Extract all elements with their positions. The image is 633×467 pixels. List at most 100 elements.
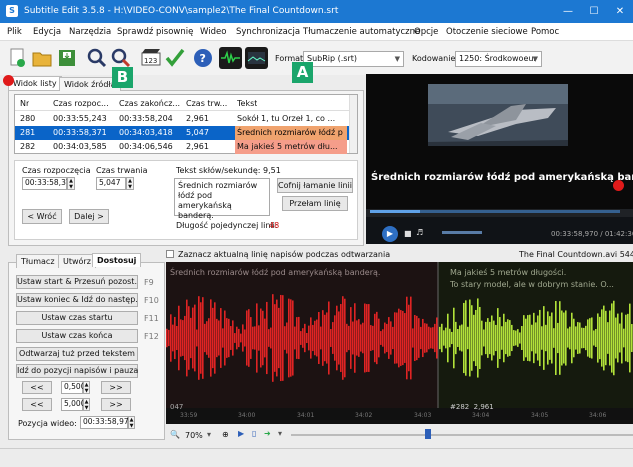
menu-edit[interactable]: Edycja <box>33 27 61 37</box>
visual-sync-icon[interactable]: 123 <box>140 47 162 69</box>
step-small-input[interactable]: 0,500 <box>61 381 85 394</box>
help-icon[interactable]: ? <box>192 47 214 69</box>
replace-icon[interactable] <box>110 47 132 69</box>
find-icon[interactable] <box>86 47 108 69</box>
video-position-input[interactable]: 00:33:58,970 <box>80 416 133 429</box>
shortcut-label: F9 <box>144 278 154 287</box>
col-header[interactable]: Nr <box>20 99 29 108</box>
volume-slider[interactable] <box>442 231 482 234</box>
goto-pause-button[interactable]: Idź do pozycji napisów i pauza <box>16 364 138 378</box>
play-range-icon[interactable]: ▯ <box>252 429 256 438</box>
video-frame <box>366 74 633 244</box>
step-small-stepper[interactable]: ▲ ▼ <box>83 381 90 394</box>
step-back-large-button[interactable]: << <box>22 398 52 411</box>
menu-options[interactable]: Opcje <box>414 27 438 37</box>
shortcut-label: F11 <box>144 314 159 323</box>
step-forward-large-button[interactable]: >> <box>101 398 131 411</box>
table-row[interactable]: 282 00:34:03,585 00:34:06,546 2,961 Ma j… <box>15 140 357 154</box>
video-player[interactable]: Średnich rozmiarów łódź pod amerykańską … <box>366 74 633 244</box>
subtitle-text-input[interactable]: Średnich rozmiarów łódź pod amerykańską … <box>174 178 270 220</box>
menu-autotranslate[interactable]: Tłumaczenie automatyczne <box>303 27 420 37</box>
play-selection-icon[interactable]: ▶ <box>238 429 244 438</box>
start-time-input[interactable]: 00:33:58,371 <box>22 177 75 190</box>
slider-thumb[interactable] <box>425 429 431 439</box>
window-title: Subtitle Edit 3.5.8 - H:\VIDEO-CONV\samp… <box>24 6 339 16</box>
annotation-badge-a: A <box>292 62 313 83</box>
prev-button[interactable]: < Wróć <box>22 209 62 224</box>
maximize-icon[interactable]: ☐ <box>581 0 607 23</box>
col-header[interactable]: Czas rozpoc... <box>53 99 113 108</box>
tab-adjust[interactable]: Dostosuj <box>92 253 142 267</box>
zoom-out-icon[interactable]: 🔍 <box>170 430 180 439</box>
waveform-toggle-icon[interactable] <box>219 47 242 69</box>
next-button[interactable]: Dalej > <box>69 209 109 224</box>
play-icon[interactable]: ▶ <box>382 226 398 242</box>
start-time-stepper[interactable]: ▲ ▼ <box>67 177 75 190</box>
set-end-button[interactable]: Ustaw czas końca <box>16 329 138 343</box>
menu-spellcheck[interactable]: Sprawdź pisownię <box>117 27 193 37</box>
step-forward-button[interactable]: >> <box>101 381 131 394</box>
waveform[interactable]: Średnich rozmiarów łódź pod amerykańską … <box>166 262 633 424</box>
zoom-value[interactable]: 70% <box>185 431 203 440</box>
menu-help[interactable]: Pomoc <box>531 27 559 37</box>
ruler-tick: 34:01 <box>297 412 315 419</box>
menu-bar: Plik Edycja Narzędzia Sprawdź pisownię W… <box>0 23 633 41</box>
set-start-button[interactable]: Ustaw czas startu <box>16 311 138 325</box>
start-time-label: Czas rozpoczęcia <box>22 166 91 175</box>
waveform-position-slider[interactable] <box>291 434 633 436</box>
step-back-button[interactable]: << <box>22 381 52 394</box>
highlight-checkbox[interactable] <box>166 250 174 258</box>
row-cell: Średnich rozmiarów łódź p <box>235 126 347 140</box>
tab-list-view[interactable]: Widok listy <box>8 76 62 90</box>
duration-input[interactable]: 5,047 <box>96 177 126 190</box>
table-row-selected[interactable]: 281 00:33:58,371 00:34:03,418 5,047 Śred… <box>15 126 357 140</box>
annotation-badge-b: B <box>112 67 133 88</box>
format-select[interactable]: SubRip (.srt) ▼ <box>303 51 404 67</box>
menu-file[interactable]: Plik <box>7 27 22 37</box>
forward-icon[interactable]: ➜ <box>264 429 271 438</box>
video-toggle-icon[interactable] <box>245 47 268 69</box>
status-bar <box>0 448 633 467</box>
menu-tools[interactable]: Narzędzia <box>69 27 111 37</box>
segment-number: #282 2,961 <box>450 403 494 411</box>
save-icon[interactable] <box>56 47 78 69</box>
menu-video[interactable]: Wideo <box>200 27 226 37</box>
spellcheck-icon[interactable] <box>164 47 186 69</box>
chevron-down-icon: ▼ <box>532 55 538 63</box>
video-position-stepper[interactable]: ▲ ▼ <box>128 416 135 429</box>
volume-icon[interactable]: ♬ <box>416 228 423 237</box>
segment-text: Średnich rozmiarów łódź pod amerykańską … <box>170 268 381 277</box>
step-large-stepper[interactable]: ▲ ▼ <box>83 398 90 411</box>
set-end-next-button[interactable]: Ustaw koniec & Idź do następ. <box>16 293 138 307</box>
waveform-file-label: The Final Countdown.avi 544x30 <box>519 250 633 259</box>
close-icon[interactable]: ✕ <box>607 0 633 23</box>
row-cell: 281 <box>20 128 36 137</box>
duration-stepper[interactable]: ▲ ▼ <box>126 177 134 190</box>
tab-create[interactable]: Utwórz <box>58 254 96 268</box>
annotation-marker <box>613 180 624 191</box>
duration-label: Czas trwania <box>96 166 148 175</box>
encoding-select[interactable]: 1250: Środkowoeur ▼ <box>455 51 542 67</box>
auto-break-button[interactable]: Przełam linię <box>282 196 348 211</box>
ruler-tick: 34:02 <box>355 412 373 419</box>
chevron-down-icon[interactable]: ▾ <box>278 429 282 438</box>
tab-translate[interactable]: Tłumacz <box>16 254 60 268</box>
minimize-icon[interactable]: — <box>555 0 581 23</box>
chevron-down-icon[interactable]: ▾ <box>207 430 211 439</box>
zoom-in-icon[interactable]: ⊕ <box>222 430 229 439</box>
menu-sync[interactable]: Synchronizacja <box>236 27 300 37</box>
set-start-offset-button[interactable]: Ustaw start & Przesuń pozost. <box>16 275 138 289</box>
col-header[interactable]: Czas trw... <box>186 99 236 108</box>
table-row[interactable]: 280 00:33:55,243 00:33:58,204 2,961 Sokó… <box>15 112 357 126</box>
menu-network[interactable]: Otoczenie sieciowe <box>446 27 528 37</box>
open-folder-icon[interactable] <box>31 47 53 69</box>
unbreak-lines-button[interactable]: Cofnij łamanie linii <box>277 178 353 193</box>
grid-scrollbar[interactable] <box>349 95 357 153</box>
step-large-input[interactable]: 5,000 <box>61 398 85 411</box>
new-file-icon[interactable] <box>6 47 28 69</box>
play-before-button[interactable]: Odtwarzaj tuż przed tekstem <box>16 347 138 361</box>
col-header[interactable]: Tekst <box>237 99 257 108</box>
stop-icon[interactable]: ■ <box>404 229 412 238</box>
col-header[interactable]: Czas zakończ... <box>119 99 181 108</box>
video-time: 00:33:58,970 / 01:42:36 <box>551 230 633 238</box>
